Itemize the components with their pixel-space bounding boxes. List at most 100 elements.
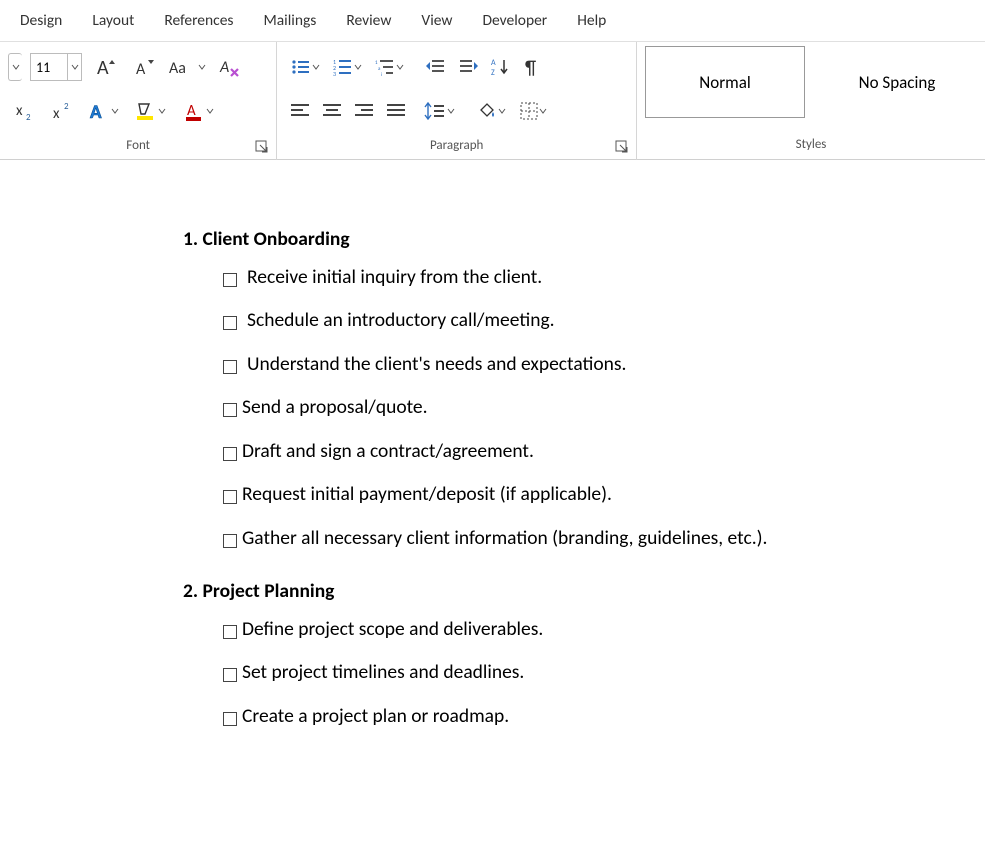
chevron-down-icon bbox=[396, 63, 404, 71]
highlight-icon bbox=[135, 100, 157, 122]
superscript-button[interactable]: x 2 bbox=[46, 96, 76, 126]
text-effects-icon: A bbox=[88, 100, 110, 122]
clear-formatting-button[interactable]: A bbox=[214, 52, 244, 82]
sort-button[interactable]: A Z bbox=[485, 52, 515, 82]
subscript-icon: x 2 bbox=[12, 100, 34, 122]
chevron-down-icon bbox=[447, 107, 455, 115]
align-center-icon bbox=[322, 103, 342, 119]
tab-mailings[interactable]: Mailings bbox=[249, 0, 332, 41]
paragraph-dialog-launcher[interactable] bbox=[613, 138, 630, 155]
tab-help[interactable]: Help bbox=[563, 0, 622, 41]
checklist-item: Schedule an introductory call/meeting. bbox=[223, 311, 985, 331]
sort-icon: A Z bbox=[490, 57, 510, 77]
style-normal[interactable]: Normal bbox=[645, 46, 805, 118]
borders-icon bbox=[520, 102, 538, 120]
tab-design[interactable]: Design bbox=[6, 0, 78, 41]
checklist-item: Send a proposal/quote. bbox=[223, 398, 985, 418]
align-left-button[interactable] bbox=[285, 96, 315, 126]
checklist-item: Understand the client's needs and expect… bbox=[223, 355, 985, 375]
grow-font-button[interactable]: A bbox=[90, 52, 120, 82]
tab-layout[interactable]: Layout bbox=[78, 0, 150, 41]
checkbox-icon[interactable] bbox=[223, 273, 237, 287]
clear-formatting-icon: A bbox=[218, 56, 240, 78]
chevron-down-icon bbox=[206, 107, 214, 115]
checkbox-icon[interactable] bbox=[223, 316, 237, 330]
align-right-icon bbox=[354, 103, 374, 119]
tab-developer[interactable]: Developer bbox=[468, 0, 563, 41]
dialog-launcher-icon bbox=[615, 140, 629, 154]
styles-group: Normal No Spacing Styles bbox=[637, 42, 985, 159]
paragraph-group-label: Paragraph bbox=[430, 138, 483, 153]
align-right-button[interactable] bbox=[349, 96, 379, 126]
svg-text:Z: Z bbox=[491, 68, 495, 77]
chevron-down-icon bbox=[539, 107, 547, 115]
increase-indent-button[interactable] bbox=[453, 52, 483, 82]
page-gutter bbox=[0, 160, 40, 844]
align-center-button[interactable] bbox=[317, 96, 347, 126]
shading-button[interactable] bbox=[471, 96, 511, 126]
highlight-button[interactable] bbox=[130, 96, 170, 126]
document-page[interactable]: 1. Client Onboarding Receive initial inq… bbox=[40, 160, 985, 844]
line-spacing-button[interactable] bbox=[419, 96, 459, 126]
font-group: 11 A A bbox=[0, 42, 276, 159]
line-spacing-icon bbox=[424, 102, 446, 120]
svg-text:¶: ¶ bbox=[525, 57, 536, 77]
checkbox-icon[interactable] bbox=[223, 534, 237, 548]
justify-button[interactable] bbox=[381, 96, 411, 126]
dialog-launcher-icon bbox=[255, 140, 269, 154]
chevron-down-icon bbox=[71, 63, 79, 71]
checkbox-icon[interactable] bbox=[223, 712, 237, 726]
checklist-item: Define project scope and deliverables. bbox=[223, 620, 985, 640]
text-effects-button[interactable]: A bbox=[84, 96, 122, 126]
increase-indent-icon bbox=[458, 58, 478, 76]
change-case-button[interactable]: Aa bbox=[166, 52, 206, 82]
font-color-icon: A bbox=[183, 100, 205, 122]
checkbox-icon[interactable] bbox=[223, 447, 237, 461]
font-dialog-launcher[interactable] bbox=[253, 138, 270, 155]
superscript-icon: x 2 bbox=[50, 100, 72, 122]
paragraph-group: 1 2 3 1 a i bbox=[277, 42, 636, 159]
tab-view[interactable]: View bbox=[407, 0, 468, 41]
chevron-down-icon bbox=[158, 107, 166, 115]
svg-text:i: i bbox=[381, 72, 382, 76]
bullets-button[interactable] bbox=[285, 52, 325, 82]
change-case-icon: Aa bbox=[167, 56, 197, 78]
subscript-button[interactable]: x 2 bbox=[8, 96, 38, 126]
align-left-icon bbox=[290, 103, 310, 119]
paint-bucket-icon bbox=[477, 102, 497, 120]
show-paragraph-marks-button[interactable]: ¶ bbox=[517, 52, 547, 82]
style-no-spacing[interactable]: No Spacing bbox=[817, 46, 977, 118]
borders-button[interactable] bbox=[513, 96, 553, 126]
section-heading: 2. Project Planning bbox=[183, 582, 985, 602]
checklist-item: Gather all necessary client information … bbox=[223, 529, 985, 549]
checklist-item: Draft and sign a contract/agreement. bbox=[223, 442, 985, 462]
checkbox-icon[interactable] bbox=[223, 625, 237, 639]
numbering-icon: 1 2 3 bbox=[333, 58, 353, 76]
ribbon: 11 A A bbox=[0, 42, 985, 160]
font-size-input[interactable]: 11 bbox=[30, 53, 82, 81]
font-group-label: Font bbox=[126, 138, 150, 153]
checklist-item: Create a project plan or roadmap. bbox=[223, 707, 985, 727]
checkbox-icon[interactable] bbox=[223, 360, 237, 374]
grow-font-icon: A bbox=[93, 56, 117, 78]
chevron-down-icon bbox=[312, 63, 320, 71]
tab-references[interactable]: References bbox=[150, 0, 249, 41]
chevron-down-icon bbox=[198, 63, 206, 71]
decrease-indent-button[interactable] bbox=[421, 52, 451, 82]
styles-group-label: Styles bbox=[796, 137, 827, 152]
font-size-dropdown[interactable] bbox=[67, 54, 81, 80]
font-name-dropdown[interactable] bbox=[8, 53, 22, 81]
svg-text:2: 2 bbox=[64, 101, 69, 112]
checkbox-icon[interactable] bbox=[223, 403, 237, 417]
numbering-button[interactable]: 1 2 3 bbox=[327, 52, 367, 82]
checkbox-icon[interactable] bbox=[223, 668, 237, 682]
document-area: 1. Client Onboarding Receive initial inq… bbox=[0, 160, 985, 844]
checkbox-icon[interactable] bbox=[223, 490, 237, 504]
shrink-font-icon: A bbox=[131, 56, 155, 78]
pilcrow-icon: ¶ bbox=[523, 57, 541, 77]
tab-review[interactable]: Review bbox=[332, 0, 407, 41]
font-color-button[interactable]: A bbox=[178, 96, 218, 126]
multilevel-list-button[interactable]: 1 a i bbox=[369, 52, 409, 82]
chevron-down-icon bbox=[111, 107, 119, 115]
shrink-font-button[interactable]: A bbox=[128, 52, 158, 82]
